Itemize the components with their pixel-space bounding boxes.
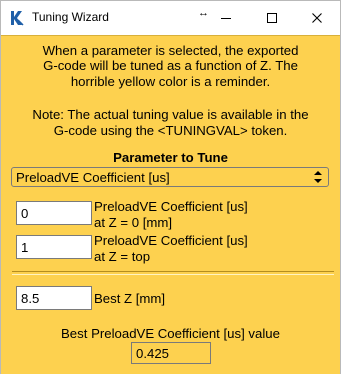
maximize-button[interactable] [249, 1, 295, 35]
section-divider [12, 271, 334, 275]
z0-label-line2: at Z = 0 [mm] [94, 215, 173, 230]
note-text-line: G-code will be tuned as a function of Z.… [43, 58, 298, 73]
z0-label-line1: PreloadVE Coefficient [us] [94, 199, 248, 214]
note-text-line: Note: The actual tuning value is availab… [32, 107, 309, 122]
minimize-icon [221, 18, 231, 19]
select-updown-icon [314, 171, 322, 183]
result-label: Best PreloadVE Coefficient [us] value [61, 326, 280, 341]
ztop-value-input[interactable] [16, 235, 92, 259]
note-text-line: When a parameter is selected, the export… [42, 43, 299, 58]
parameter-select-value: PreloadVE Coefficient [us] [16, 170, 170, 185]
ztop-label-line2: at Z = top [94, 249, 151, 264]
parameter-select[interactable]: PreloadVE Coefficient [us] [11, 167, 329, 187]
close-button[interactable] [294, 1, 340, 35]
window-title: Tuning Wizard [32, 10, 109, 24]
note-text-line: G-code using the <TUNINGVAL> token. [53, 123, 288, 138]
best-z-input[interactable] [16, 286, 92, 310]
close-icon [312, 13, 322, 23]
z0-value-input[interactable] [16, 201, 92, 225]
note-text-line: horrible yellow color is a reminder. [70, 74, 271, 89]
app-logo-icon [9, 10, 25, 26]
title-bar[interactable]: Tuning Wizard ↔ [1, 1, 340, 35]
maximize-icon [267, 13, 277, 23]
tuning-wizard-window: Tuning Wizard ↔ When a parameter is sele… [0, 0, 341, 374]
parameter-section-title: Parameter to Tune [113, 150, 228, 165]
best-z-label: Best Z [mm] [94, 291, 166, 306]
minimize-button[interactable] [203, 1, 249, 35]
wizard-content: When a parameter is selected, the export… [1, 35, 340, 374]
result-value: 0.425 [131, 342, 211, 364]
ztop-label-line1: PreloadVE Coefficient [us] [94, 233, 248, 248]
